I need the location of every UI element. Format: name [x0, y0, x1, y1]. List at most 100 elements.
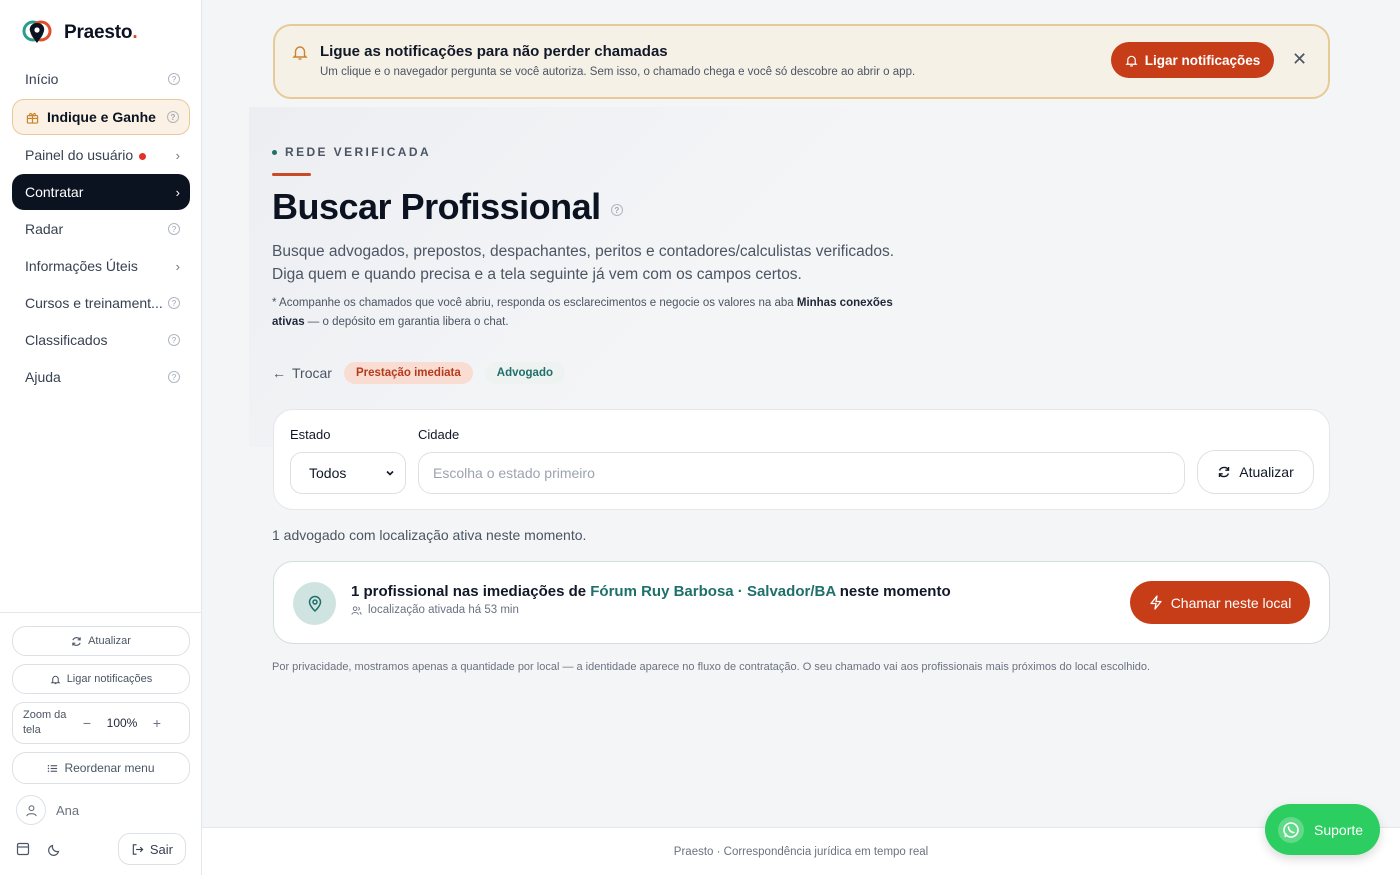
- notification-subtitle: Um clique e o navegador pergunta se você…: [320, 66, 916, 78]
- brand-dot: .: [132, 22, 138, 43]
- result-title: 1 profissional nas imediações de Fórum R…: [351, 583, 951, 600]
- refresh-icon: [72, 636, 81, 646]
- user-name: Ana: [56, 802, 80, 818]
- refresh-button[interactable]: Atualizar: [12, 626, 190, 656]
- call-here-label: Chamar neste local: [1170, 594, 1292, 611]
- mode-chip: Prestação imediata: [343, 362, 473, 384]
- close-icon[interactable]: ✕: [1292, 49, 1307, 70]
- whatsapp-icon: [1278, 816, 1304, 843]
- refresh-label: Atualizar: [88, 635, 131, 647]
- filters-card: Estado Cidade Todos Escolha o estado pri…: [273, 409, 1330, 510]
- logout-icon: [132, 843, 144, 855]
- type-chip: Advogado: [484, 362, 566, 384]
- state-value: Todos: [309, 465, 347, 481]
- sidebar-item-classificados[interactable]: Classificados ?: [12, 322, 190, 358]
- help-icon[interactable]: ?: [167, 111, 179, 123]
- enable-notifications-cta[interactable]: Ligar notificações: [1111, 42, 1274, 78]
- sidebar-item-label: Radar: [25, 221, 64, 237]
- notification-title: Ligue as notificações para não perder ch…: [320, 43, 668, 60]
- notification-banner: Ligue as notificações para não perder ch…: [273, 24, 1330, 99]
- reorder-menu-button[interactable]: Reordenar menu: [12, 752, 190, 784]
- alert-dot: [139, 152, 147, 160]
- sidebar-item-informacoes[interactable]: Informações Úteis ›: [12, 248, 190, 284]
- sidebar-item-label: Cursos e treinament...: [25, 295, 163, 311]
- users-icon: [351, 605, 362, 615]
- eyebrow-text: REDE VERIFICADA: [285, 145, 432, 159]
- selection-chips: ← Trocar Prestação imediata Advogado: [272, 362, 566, 384]
- page-title: Buscar Profissional ?: [272, 186, 623, 228]
- sidebar-item-contratar[interactable]: Contratar ›: [12, 174, 190, 210]
- sidebar-nav: Início ? Indique e Ganhe ? Painel do usu…: [12, 61, 190, 396]
- note-text: * Acompanhe os chamados que você abriu, …: [272, 297, 797, 309]
- support-button[interactable]: Suporte: [1265, 804, 1380, 855]
- sidebar-item-cursos[interactable]: Cursos e treinament... ?: [12, 285, 190, 321]
- moon-icon[interactable]: [48, 842, 62, 856]
- description-line-1: Busque advogados, prepostos, despachante…: [272, 243, 895, 260]
- sidebar-item-painel[interactable]: Painel do usuário ›: [12, 137, 190, 173]
- result-title-pre: 1 profissional nas imediações de: [351, 583, 591, 600]
- page-note: * Acompanhe os chamados que você abriu, …: [272, 294, 912, 332]
- logo-icon: [22, 20, 52, 43]
- sidebar-item-label: Informações Úteis: [25, 258, 138, 274]
- location-pin-icon: [293, 582, 336, 625]
- city-input[interactable]: Escolha o estado primeiro: [418, 452, 1185, 494]
- user-profile[interactable]: Ana: [12, 792, 190, 828]
- page-title-text: Buscar Profissional: [272, 186, 601, 227]
- sidebar-item-label: Contratar: [25, 184, 84, 200]
- help-icon[interactable]: ?: [168, 223, 180, 235]
- state-select[interactable]: Todos: [290, 452, 406, 494]
- lightning-icon: [1150, 595, 1162, 610]
- sidebar-item-label: Indique e Ganhe: [47, 109, 156, 125]
- layout-icon[interactable]: [16, 842, 30, 856]
- notification-button-label: Ligar notificações: [1144, 52, 1261, 68]
- chevron-right-icon: ›: [175, 258, 180, 274]
- chevron-right-icon: ›: [175, 184, 180, 200]
- zoom-value: 100%: [106, 716, 138, 730]
- sidebar-item-label: Início: [25, 71, 59, 87]
- help-icon[interactable]: ?: [168, 73, 180, 85]
- chevron-down-icon: [386, 470, 394, 476]
- logout-label: Sair: [149, 841, 173, 857]
- footer-text: Praesto · Correspondência jurídica em te…: [673, 845, 929, 858]
- result-title-post: neste momento: [835, 583, 951, 600]
- refresh-results-label: Atualizar: [1239, 464, 1294, 480]
- enable-notifications-button[interactable]: Ligar notificações: [12, 664, 190, 694]
- avatar: [16, 795, 46, 825]
- note-text-end: — o depósito em garantia libera o chat.: [304, 316, 509, 328]
- back-button[interactable]: ← Trocar: [272, 365, 332, 381]
- call-here-button[interactable]: Chamar neste local: [1130, 581, 1310, 624]
- eyebrow-dot: [272, 149, 277, 155]
- result-subtitle-text: localização ativada há 53 min: [368, 604, 519, 616]
- result-count: 1 advogado com localização ativa neste m…: [272, 527, 587, 543]
- zoom-out-button[interactable]: −: [77, 715, 97, 731]
- page-description: Busque advogados, prepostos, despachante…: [272, 240, 932, 286]
- sidebar-item-ajuda[interactable]: Ajuda ?: [12, 359, 190, 395]
- page-footer: Praesto · Correspondência jurídica em te…: [202, 827, 1400, 875]
- sidebar-bottom: Atualizar Ligar notificações Zoom da tel…: [0, 612, 202, 866]
- bell-icon: [50, 675, 61, 684]
- privacy-note: Por privacidade, mostramos apenas a quan…: [272, 661, 1151, 673]
- state-label: Estado: [290, 427, 331, 442]
- logout-button[interactable]: Sair: [117, 833, 186, 865]
- refresh-results-button[interactable]: Atualizar: [1197, 450, 1314, 494]
- zoom-control: Zoom da tela − 100% +: [12, 702, 190, 744]
- zoom-label: Zoom da tela: [23, 709, 67, 736]
- user-icon: [25, 804, 37, 816]
- brand-logo[interactable]: Praesto.: [22, 19, 138, 47]
- title-accent-bar: [272, 173, 311, 176]
- sidebar-item-inicio[interactable]: Início ?: [12, 61, 190, 97]
- bell-icon: [292, 46, 308, 60]
- help-icon[interactable]: ?: [610, 204, 623, 216]
- description-line-2: Diga quem e quando precisa e a tela segu…: [272, 266, 802, 283]
- sidebar-item-radar[interactable]: Radar ?: [12, 211, 190, 247]
- help-icon[interactable]: ?: [168, 297, 180, 309]
- result-location: Fórum Ruy Barbosa · Salvador/BA: [590, 583, 836, 600]
- sidebar-item-label: Ajuda: [25, 369, 61, 385]
- sidebar-item-indique[interactable]: Indique e Ganhe ?: [12, 99, 190, 135]
- zoom-in-button[interactable]: +: [147, 715, 167, 731]
- reorder-label: Reordenar menu: [64, 761, 155, 775]
- sidebar-item-label: Painel do usuário: [25, 147, 134, 163]
- brand-name: Praesto: [64, 22, 133, 43]
- help-icon[interactable]: ?: [168, 334, 180, 346]
- help-icon[interactable]: ?: [168, 371, 180, 383]
